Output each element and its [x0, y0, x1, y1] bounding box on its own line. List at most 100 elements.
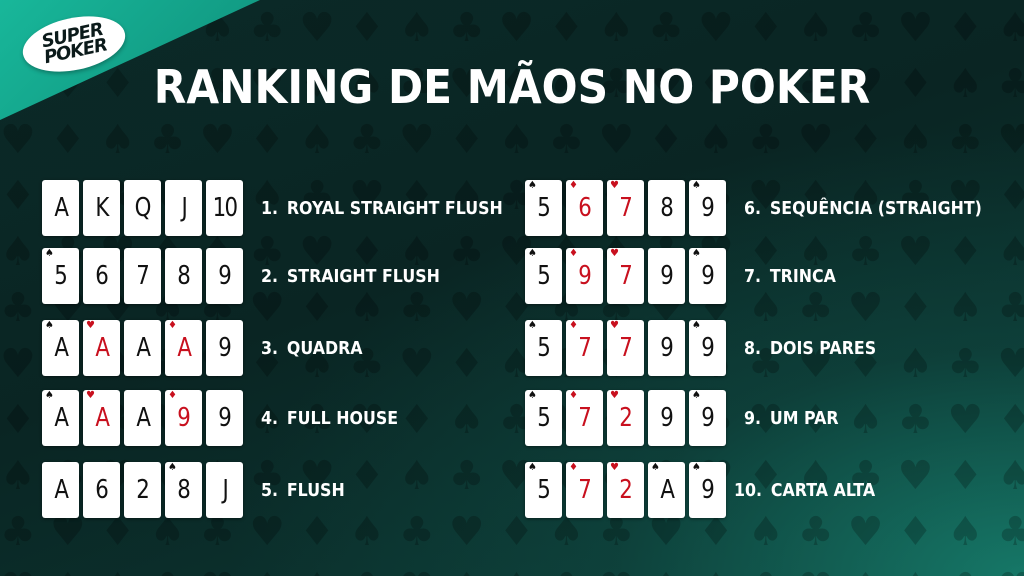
card-suit-icon: ♠	[528, 462, 537, 473]
card-suit-icon: ♠	[528, 248, 537, 259]
page-title: RANKING DE MÃOS NO POKER	[153, 60, 871, 114]
hand-name: TRINCA	[769, 265, 836, 287]
playing-card: ♥ A	[83, 320, 120, 376]
playing-card: 6	[83, 248, 120, 304]
hand-label: 1. ROYAL STRAIGHT FLUSH	[261, 198, 503, 219]
card-value: 7	[578, 333, 593, 363]
playing-card: 9	[648, 390, 685, 446]
card-suit-icon: ♥	[610, 248, 619, 259]
card-value: 9	[578, 261, 593, 291]
hand-row: ♠ 5 ♦ 7 ♥ 2 ♠ A ♠ 9 10. CARTA ALTA	[525, 461, 894, 519]
playing-card: ♠ 5	[42, 248, 79, 304]
playing-card: ♦ 7	[566, 390, 603, 446]
playing-card: ♠ A	[42, 320, 79, 376]
hand-rank-number: 1.	[261, 197, 279, 219]
card-suit-icon: ♦	[569, 180, 578, 191]
card-value: 5	[537, 193, 552, 223]
card-value: 8	[177, 475, 192, 505]
hand-rank-number: 4.	[261, 407, 279, 429]
card-suit-icon: ♦	[569, 248, 578, 259]
card-value: J	[222, 475, 228, 505]
hand-cards: ♠ 5 ♦ 7 ♥ 7 9 ♠ 9	[525, 320, 726, 376]
hand-rank-number: 6.	[744, 197, 762, 219]
card-value: 2	[619, 403, 634, 433]
hand-label: 6. SEQUÊNCIA (STRAIGHT)	[744, 198, 982, 219]
playing-card: 9	[206, 248, 243, 304]
hand-cards: A 6 2 ♠ 8 J	[42, 462, 243, 518]
playing-card: ♦ 6	[566, 180, 603, 236]
card-value: 9	[660, 333, 675, 363]
playing-card: 6	[83, 462, 120, 518]
playing-card: J	[165, 180, 202, 236]
card-value: 5	[537, 475, 552, 505]
playing-card: ♦ 7	[566, 320, 603, 376]
hand-row: ♠ 5 ♦ 9 ♥ 7 9 ♠ 9 7. TRINCA	[525, 247, 848, 305]
playing-card: ♥ 7	[607, 180, 644, 236]
card-suit-icon: ♠	[692, 248, 701, 259]
card-suit-icon: ♠	[692, 390, 701, 401]
card-value: 5	[537, 333, 552, 363]
playing-card: ♠ A	[42, 390, 79, 446]
card-suit-icon: ♠	[651, 462, 660, 473]
playing-card: A	[124, 390, 161, 446]
card-value: 7	[619, 333, 634, 363]
card-value: 9	[701, 333, 716, 363]
playing-card: A	[124, 320, 161, 376]
card-suit-icon: ♠	[692, 320, 701, 331]
card-value: 9	[660, 261, 675, 291]
playing-card: ♥ A	[83, 390, 120, 446]
hand-row: A 6 2 ♠ 8 J 5. FLUSH	[42, 461, 356, 519]
card-value: 9	[218, 333, 233, 363]
hand-row: ♠ A ♥ A A ♦ A 9 3. QUADRA	[42, 319, 376, 377]
playing-card: ♠ 9	[689, 462, 726, 518]
hand-name: FULL HOUSE	[286, 407, 399, 429]
playing-card: ♠ 9	[689, 320, 726, 376]
card-value: A	[54, 403, 69, 433]
card-suit-icon: ♠	[45, 320, 54, 331]
playing-card: 10	[206, 180, 243, 236]
playing-card: ♠ A	[648, 462, 685, 518]
card-value: K	[95, 193, 109, 223]
card-suit-icon: ♠	[528, 390, 537, 401]
card-suit-icon: ♥	[86, 390, 95, 401]
card-suit-icon: ♥	[610, 462, 619, 473]
playing-card: 7	[124, 248, 161, 304]
card-suit-icon: ♠	[45, 390, 54, 401]
card-value: 9	[701, 403, 716, 433]
hand-name: CARTA ALTA	[770, 479, 876, 501]
hand-row: ♠ 5 ♦ 7 ♥ 7 9 ♠ 9 8. DOIS PARES	[525, 319, 894, 377]
card-value: 9	[701, 261, 716, 291]
card-value: 7	[619, 261, 634, 291]
card-value: A	[177, 333, 192, 363]
card-value: 6	[578, 193, 593, 223]
card-value: Q	[134, 193, 152, 223]
playing-card: 2	[124, 462, 161, 518]
playing-card: ♥ 2	[607, 390, 644, 446]
hand-row: ♠ 5 6 7 8 9 2. STRAIGHT FLUSH	[42, 247, 464, 305]
card-suit-icon: ♠	[168, 462, 177, 473]
hand-label: 10. CARTA ALTA	[734, 480, 875, 501]
hand-cards: ♠ 5 ♦ 6 ♥ 7 8 ♠ 9	[525, 180, 726, 236]
hand-name: FLUSH	[286, 479, 345, 501]
card-value: A	[136, 403, 151, 433]
card-value: A	[54, 193, 69, 223]
playing-card: ♥ 7	[607, 320, 644, 376]
playing-card: ♠ 8	[165, 462, 202, 518]
hand-name: ROYAL STRAIGHT FLUSH	[286, 197, 503, 219]
playing-card: ♥ 7	[607, 248, 644, 304]
hand-rank-number: 7.	[744, 265, 762, 287]
playing-card: ♦ 9	[165, 390, 202, 446]
card-suit-icon: ♠	[45, 248, 54, 259]
playing-card: A	[42, 180, 79, 236]
hand-cards: ♠ A ♥ A A ♦ 9 9	[42, 390, 243, 446]
card-suit-icon: ♦	[569, 390, 578, 401]
card-suit-icon: ♥	[86, 320, 95, 331]
playing-card: 8	[648, 180, 685, 236]
playing-card: ♥ 2	[607, 462, 644, 518]
card-value: 6	[95, 261, 110, 291]
hand-name: STRAIGHT FLUSH	[286, 265, 440, 287]
playing-card: A	[42, 462, 79, 518]
card-value: 9	[177, 403, 192, 433]
hand-cards: ♠ A ♥ A A ♦ A 9	[42, 320, 243, 376]
card-value: 10	[212, 193, 239, 223]
